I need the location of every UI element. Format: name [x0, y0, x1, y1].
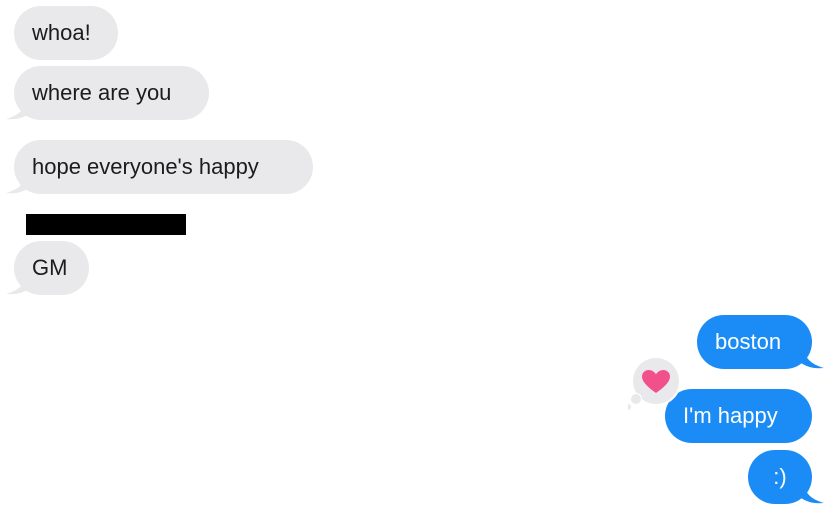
incoming-message[interactable]: hope everyone's happy — [14, 140, 313, 194]
message-text: where are you — [32, 80, 172, 105]
message-text: boston — [715, 329, 782, 354]
incoming-message[interactable]: where are you — [14, 66, 209, 120]
message-text: GM — [32, 255, 68, 280]
heart-reaction[interactable] — [624, 355, 684, 411]
message-text: whoa! — [32, 20, 91, 45]
bubble-tail — [6, 98, 30, 120]
heart-icon — [642, 370, 670, 393]
incoming-message[interactable]: whoa! — [14, 6, 118, 60]
message-text: hope everyone's happy — [32, 154, 259, 179]
redacted-sender-name — [26, 214, 186, 235]
bubble-tail — [800, 347, 824, 369]
outgoing-message[interactable]: I'm happy — [665, 389, 812, 443]
bubble-tail — [6, 172, 30, 194]
message-text: :) — [773, 464, 787, 489]
outgoing-message[interactable]: boston — [697, 315, 812, 369]
message-text: I'm happy — [683, 403, 778, 428]
bubble-tail — [6, 273, 30, 295]
bubble-tail — [800, 482, 824, 504]
